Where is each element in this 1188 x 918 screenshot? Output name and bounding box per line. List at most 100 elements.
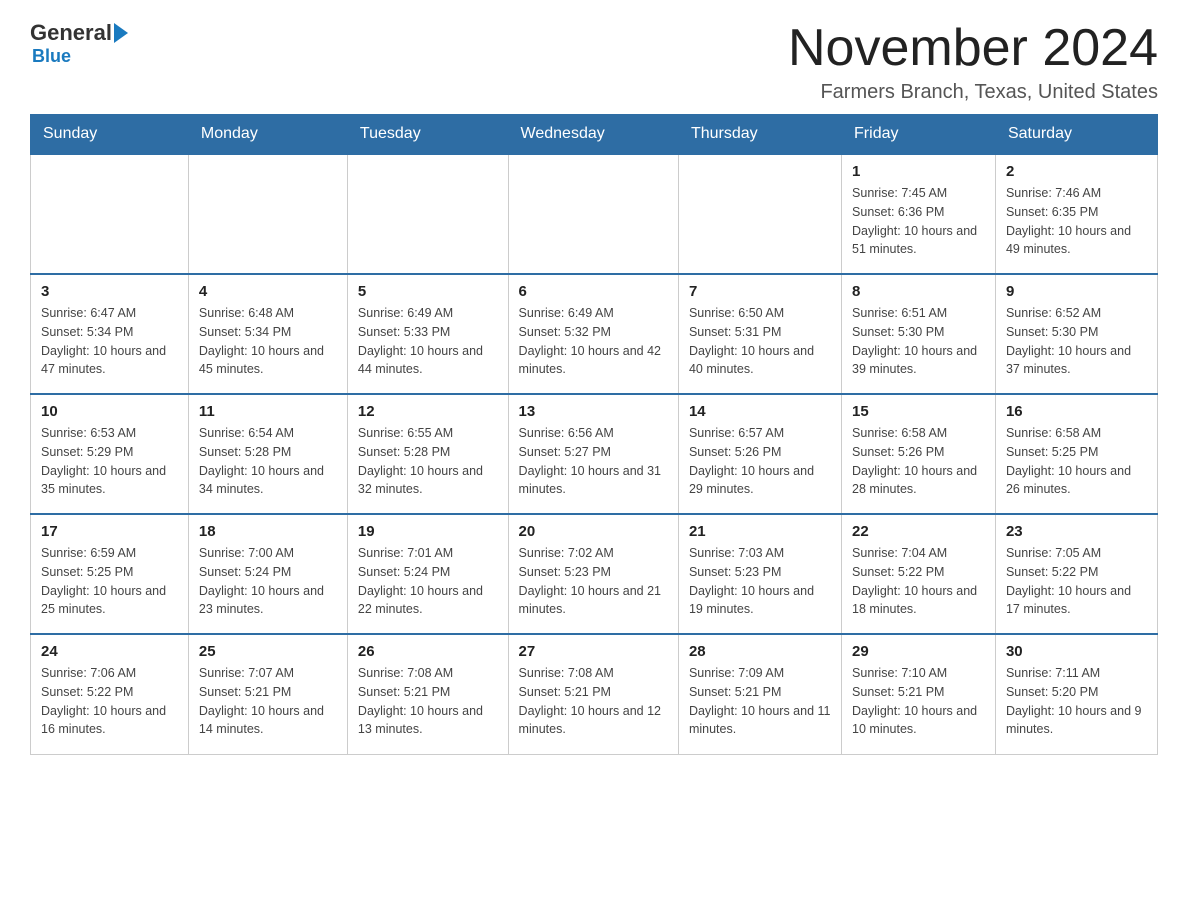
calendar-cell: 22 Sunrise: 7:04 AM Sunset: 5:22 PM Dayli… (842, 514, 996, 634)
day-number: 25 (199, 643, 337, 660)
day-number: 7 (689, 283, 831, 300)
calendar-cell: 9 Sunrise: 6:52 AM Sunset: 5:30 PM Daylig… (995, 274, 1157, 394)
calendar-cell: 21 Sunrise: 7:03 AM Sunset: 5:23 PM Dayli… (678, 514, 841, 634)
day-info: Sunrise: 7:08 AM Sunset: 5:21 PM Dayligh… (358, 664, 498, 739)
day-info: Sunrise: 7:03 AM Sunset: 5:23 PM Dayligh… (689, 544, 831, 619)
calendar-cell: 30 Sunrise: 7:11 AM Sunset: 5:20 PM Dayli… (995, 634, 1157, 754)
calendar-subtitle: Farmers Branch, Texas, United States (788, 81, 1158, 104)
calendar-cell: 11 Sunrise: 6:54 AM Sunset: 5:28 PM Dayli… (188, 394, 347, 514)
week-row-4: 17 Sunrise: 6:59 AM Sunset: 5:25 PM Dayli… (31, 514, 1158, 634)
calendar-cell: 4Sunrise: 6:48 AM Sunset: 5:34 PM Daylig… (188, 274, 347, 394)
day-info: Sunrise: 7:46 AM Sunset: 6:35 PM Dayligh… (1006, 184, 1147, 259)
calendar-cell: 1 Sunrise: 7:45 AM Sunset: 6:36 PM Daylig… (842, 154, 996, 274)
calendar-cell: 5 Sunrise: 6:49 AM Sunset: 5:33 PM Daylig… (347, 274, 508, 394)
weekday-header-monday: Monday (188, 115, 347, 155)
day-info: Sunrise: 7:02 AM Sunset: 5:23 PM Dayligh… (519, 544, 668, 619)
day-info: Sunrise: 6:51 AM Sunset: 5:30 PM Dayligh… (852, 304, 985, 379)
day-info: Sunrise: 7:00 AM Sunset: 5:24 PM Dayligh… (199, 544, 337, 619)
day-number: 1 (852, 163, 985, 180)
day-info: Sunrise: 7:01 AM Sunset: 5:24 PM Dayligh… (358, 544, 498, 619)
day-number: 30 (1006, 643, 1147, 660)
day-number: 10 (41, 403, 178, 420)
day-info: Sunrise: 6:49 AM Sunset: 5:33 PM Dayligh… (358, 304, 498, 379)
week-row-5: 24 Sunrise: 7:06 AM Sunset: 5:22 PM Dayli… (31, 634, 1158, 754)
day-number: 14 (689, 403, 831, 420)
week-row-3: 10 Sunrise: 6:53 AM Sunset: 5:29 PM Dayli… (31, 394, 1158, 514)
day-number: 29 (852, 643, 985, 660)
calendar-cell: 12 Sunrise: 6:55 AM Sunset: 5:28 PM Dayli… (347, 394, 508, 514)
calendar-cell: 3Sunrise: 6:47 AM Sunset: 5:34 PM Daylig… (31, 274, 189, 394)
day-number: 20 (519, 523, 668, 540)
calendar-cell: 15Sunrise: 6:58 AM Sunset: 5:26 PM Dayli… (842, 394, 996, 514)
day-number: 21 (689, 523, 831, 540)
calendar-cell: 28 Sunrise: 7:09 AM Sunset: 5:21 PM Dayli… (678, 634, 841, 754)
calendar-cell: 2 Sunrise: 7:46 AM Sunset: 6:35 PM Daylig… (995, 154, 1157, 274)
day-number: 11 (199, 403, 337, 420)
day-info: Sunrise: 6:48 AM Sunset: 5:34 PM Dayligh… (199, 304, 337, 379)
calendar-cell: 7 Sunrise: 6:50 AM Sunset: 5:31 PM Daylig… (678, 274, 841, 394)
day-info: Sunrise: 7:11 AM Sunset: 5:20 PM Dayligh… (1006, 664, 1147, 739)
day-number: 3 (41, 283, 178, 300)
day-info: Sunrise: 6:58 AM Sunset: 5:25 PM Dayligh… (1006, 424, 1147, 499)
weekday-header-sunday: Sunday (31, 115, 189, 155)
day-info: Sunrise: 6:57 AM Sunset: 5:26 PM Dayligh… (689, 424, 831, 499)
day-number: 17 (41, 523, 178, 540)
day-number: 6 (519, 283, 668, 300)
calendar-cell: 8Sunrise: 6:51 AM Sunset: 5:30 PM Daylig… (842, 274, 996, 394)
calendar-cell (678, 154, 841, 274)
calendar-cell: 29 Sunrise: 7:10 AM Sunset: 5:21 PM Dayli… (842, 634, 996, 754)
day-number: 23 (1006, 523, 1147, 540)
week-row-2: 3Sunrise: 6:47 AM Sunset: 5:34 PM Daylig… (31, 274, 1158, 394)
day-info: Sunrise: 7:45 AM Sunset: 6:36 PM Dayligh… (852, 184, 985, 259)
calendar-table: SundayMondayTuesdayWednesdayThursdayFrid… (30, 114, 1158, 755)
day-info: Sunrise: 7:08 AM Sunset: 5:21 PM Dayligh… (519, 664, 668, 739)
day-info: Sunrise: 6:53 AM Sunset: 5:29 PM Dayligh… (41, 424, 178, 499)
day-number: 12 (358, 403, 498, 420)
day-number: 2 (1006, 163, 1147, 180)
calendar-title: November 2024 (788, 20, 1158, 77)
calendar-header: SundayMondayTuesdayWednesdayThursdayFrid… (31, 115, 1158, 155)
calendar-cell: 13 Sunrise: 6:56 AM Sunset: 5:27 PM Dayli… (508, 394, 678, 514)
day-number: 19 (358, 523, 498, 540)
weekday-header-wednesday: Wednesday (508, 115, 678, 155)
day-info: Sunrise: 7:09 AM Sunset: 5:21 PM Dayligh… (689, 664, 831, 739)
weekday-header-tuesday: Tuesday (347, 115, 508, 155)
logo: General Blue (30, 20, 128, 67)
day-info: Sunrise: 6:56 AM Sunset: 5:27 PM Dayligh… (519, 424, 668, 499)
day-number: 13 (519, 403, 668, 420)
calendar-cell: 20 Sunrise: 7:02 AM Sunset: 5:23 PM Dayli… (508, 514, 678, 634)
day-info: Sunrise: 7:07 AM Sunset: 5:21 PM Dayligh… (199, 664, 337, 739)
calendar-cell: 24 Sunrise: 7:06 AM Sunset: 5:22 PM Dayli… (31, 634, 189, 754)
day-number: 18 (199, 523, 337, 540)
day-info: Sunrise: 7:06 AM Sunset: 5:22 PM Dayligh… (41, 664, 178, 739)
day-info: Sunrise: 7:10 AM Sunset: 5:21 PM Dayligh… (852, 664, 985, 739)
week-row-1: 1 Sunrise: 7:45 AM Sunset: 6:36 PM Daylig… (31, 154, 1158, 274)
day-info: Sunrise: 6:59 AM Sunset: 5:25 PM Dayligh… (41, 544, 178, 619)
page-header: General Blue November 2024 Farmers Branc… (30, 20, 1158, 104)
day-info: Sunrise: 6:49 AM Sunset: 5:32 PM Dayligh… (519, 304, 668, 379)
day-info: Sunrise: 6:50 AM Sunset: 5:31 PM Dayligh… (689, 304, 831, 379)
day-number: 5 (358, 283, 498, 300)
calendar-cell: 25 Sunrise: 7:07 AM Sunset: 5:21 PM Dayli… (188, 634, 347, 754)
title-area: November 2024 Farmers Branch, Texas, Uni… (788, 20, 1158, 104)
day-number: 24 (41, 643, 178, 660)
day-number: 28 (689, 643, 831, 660)
calendar-cell: 16 Sunrise: 6:58 AM Sunset: 5:25 PM Dayli… (995, 394, 1157, 514)
logo-general: General (30, 20, 112, 46)
day-number: 9 (1006, 283, 1147, 300)
weekday-header-saturday: Saturday (995, 115, 1157, 155)
day-number: 27 (519, 643, 668, 660)
day-info: Sunrise: 6:58 AM Sunset: 5:26 PM Dayligh… (852, 424, 985, 499)
calendar-cell (508, 154, 678, 274)
day-number: 22 (852, 523, 985, 540)
calendar-body: 1 Sunrise: 7:45 AM Sunset: 6:36 PM Daylig… (31, 154, 1158, 754)
day-info: Sunrise: 7:04 AM Sunset: 5:22 PM Dayligh… (852, 544, 985, 619)
calendar-cell (188, 154, 347, 274)
calendar-cell: 26 Sunrise: 7:08 AM Sunset: 5:21 PM Dayli… (347, 634, 508, 754)
day-info: Sunrise: 6:55 AM Sunset: 5:28 PM Dayligh… (358, 424, 498, 499)
day-number: 16 (1006, 403, 1147, 420)
day-number: 26 (358, 643, 498, 660)
day-info: Sunrise: 6:52 AM Sunset: 5:30 PM Dayligh… (1006, 304, 1147, 379)
calendar-cell: 27 Sunrise: 7:08 AM Sunset: 5:21 PM Dayli… (508, 634, 678, 754)
day-info: Sunrise: 6:54 AM Sunset: 5:28 PM Dayligh… (199, 424, 337, 499)
